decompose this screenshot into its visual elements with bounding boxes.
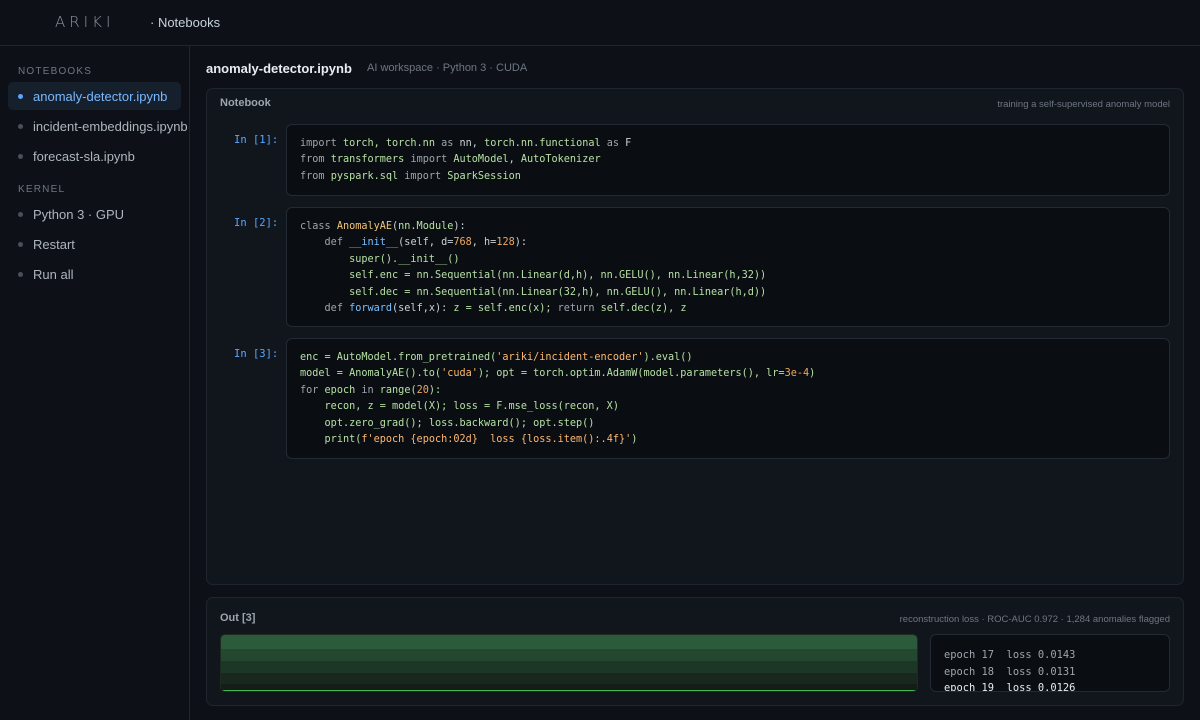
sidebar-item-label: Python 3 · GPU bbox=[33, 206, 125, 222]
loss-chart bbox=[220, 634, 918, 692]
app-logo[interactable]: ARIKI bbox=[55, 13, 115, 31]
log-line: epoch 18 loss 0.0131 bbox=[944, 665, 1076, 678]
top-bar: ARIKI · Notebooks bbox=[0, 0, 1200, 46]
training-log: epoch 17 loss 0.0143 epoch 18 loss 0.0131… bbox=[930, 634, 1170, 692]
code-line: import torch, torch.nn as nn, torch.nn.f… bbox=[300, 138, 632, 149]
logo-text: ARIKI bbox=[55, 13, 115, 31]
kernel-heading: KERNEL bbox=[18, 184, 66, 195]
log-line: epoch 17 loss 0.0143 bbox=[944, 649, 1076, 661]
code-line: def __init__(self, d=768, h=128): bbox=[324, 237, 528, 249]
dot-icon bbox=[18, 153, 23, 159]
breadcrumb[interactable]: · Notebooks bbox=[150, 15, 220, 30]
cell-prompt: In [3]: bbox=[234, 348, 279, 360]
code-cell-3[interactable]: enc = AutoModel.from_pretrained('ariki/i… bbox=[286, 338, 1170, 459]
log-line: epoch 19 loss 0.0126 bbox=[944, 682, 1076, 692]
code-line: for epoch in range(20): bbox=[300, 384, 442, 396]
code-line: model = AnomalyAE().to('cuda'); opt = to… bbox=[300, 368, 816, 380]
code-line: opt.zero_grad(); loss.backward(); opt.st… bbox=[324, 417, 595, 429]
code-cell-2[interactable]: class AnomalyAE(nn.Module): def __init__… bbox=[286, 207, 1170, 327]
sidebar-item-forecast-sla[interactable]: forecast-sla.ipynb bbox=[8, 142, 181, 170]
sidebar: NOTEBOOKS anomaly-detector.ipynb inciden… bbox=[0, 46, 190, 720]
code-line: recon, z = model(X); loss = F.mse_loss(r… bbox=[324, 401, 619, 413]
chart-band bbox=[221, 635, 917, 649]
dot-icon bbox=[18, 241, 23, 247]
page-title: anomaly-detector.ipynb bbox=[206, 61, 352, 76]
code-line: print(f'epoch {epoch:02d} loss {loss.ite… bbox=[324, 434, 638, 446]
code-line: self.enc = nn.Sequential(nn.Linear(d,h),… bbox=[349, 270, 767, 282]
dot-icon bbox=[18, 211, 23, 217]
chart-band bbox=[221, 661, 917, 673]
sidebar-item-label: Restart bbox=[33, 236, 75, 252]
code-line: class AnomalyAE(nn.Module): bbox=[300, 221, 466, 232]
code-line: enc = AutoModel.from_pretrained('ariki/i… bbox=[300, 352, 693, 363]
sidebar-item-label: anomaly-detector.ipynb bbox=[33, 88, 168, 104]
sidebar-item-kernel-python[interactable]: Python 3 · GPU bbox=[8, 200, 181, 228]
notebook-panel-note: training a self-supervised anomaly model bbox=[997, 99, 1170, 110]
code-line: from transformers import AutoModel, Auto… bbox=[300, 154, 601, 166]
cell-prompt: In [1]: bbox=[234, 134, 279, 146]
code-line: def forward(self,x): z = self.enc(x); re… bbox=[324, 303, 687, 315]
sidebar-item-anomaly-detector[interactable]: anomaly-detector.ipynb bbox=[8, 82, 181, 110]
output-panel-title: Out [3] bbox=[220, 612, 256, 624]
chart-band bbox=[221, 649, 917, 661]
active-dot-icon bbox=[18, 93, 23, 99]
dot-icon bbox=[18, 123, 23, 129]
code-line: from pyspark.sql import SparkSession bbox=[300, 170, 521, 182]
page-subtitle: AI workspace · Python 3 · CUDA bbox=[367, 62, 528, 74]
sidebar-item-label: forecast-sla.ipynb bbox=[33, 148, 135, 164]
code-line: super().__init__() bbox=[349, 253, 460, 265]
sidebar-item-label: Run all bbox=[33, 266, 74, 282]
sidebar-item-incident-embeddings[interactable]: incident-embeddings.ipynb bbox=[8, 112, 188, 140]
notebooks-heading: NOTEBOOKS bbox=[18, 66, 93, 77]
sidebar-item-restart[interactable]: Restart bbox=[8, 230, 181, 258]
sidebar-item-run-all[interactable]: Run all bbox=[8, 260, 181, 288]
sidebar-item-label: incident-embeddings.ipynb bbox=[33, 118, 188, 134]
cell-prompt: In [2]: bbox=[234, 217, 279, 229]
output-panel-note: reconstruction loss · ROC-AUC 0.972 · 1,… bbox=[899, 614, 1170, 625]
chart-band bbox=[221, 673, 917, 684]
loss-chart-svg bbox=[221, 635, 917, 691]
dot-icon bbox=[18, 271, 23, 277]
code-cell-1[interactable]: import torch, torch.nn as nn, torch.nn.f… bbox=[286, 124, 1170, 196]
code-line: self.dec = nn.Sequential(nn.Linear(32,h)… bbox=[349, 286, 767, 298]
notebook-panel-title: Notebook bbox=[220, 97, 271, 109]
